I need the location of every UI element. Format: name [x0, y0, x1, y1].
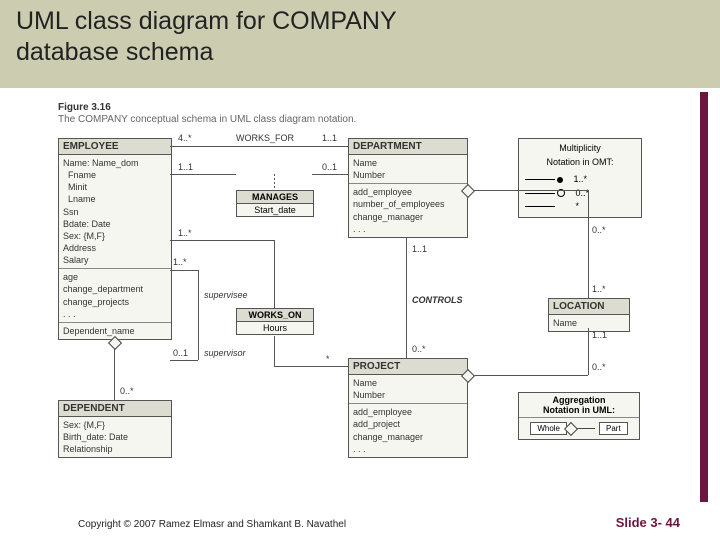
legend-mult-r3: *: [576, 201, 580, 211]
agg-part: Part: [599, 422, 628, 435]
figure-label: Figure 3.16: [58, 102, 111, 113]
lbl-worksfor: WORKS_FOR: [236, 133, 294, 143]
mult-0star-b: 0..*: [412, 344, 426, 354]
mult-1-1b: 1..1: [178, 162, 193, 172]
line-emp-manages: [170, 174, 236, 175]
line-emp-wo-h: [170, 240, 274, 241]
lbl-supervisor: supervisor: [204, 348, 246, 358]
project-ops: add_employee add_project change_manager …: [349, 404, 467, 457]
line-manages-dash: [274, 174, 275, 190]
line-controls-v: [406, 238, 407, 358]
legend-mult-r1: 1..*: [574, 174, 588, 184]
line-supv-h1: [170, 270, 198, 271]
title-line2: database schema: [16, 38, 213, 66]
agg-whole: Whole: [530, 422, 567, 435]
line-proj-loc-v: [588, 328, 589, 375]
mult-0-1a: 0..1: [322, 162, 337, 172]
mult-1-1a: 1..1: [322, 133, 337, 143]
legend-mult-title: Multiplicity Notation in OMT:: [525, 142, 635, 169]
mult-1star-a: 1..*: [173, 257, 187, 267]
figure-caption: The COMPANY conceptual schema in UML cla…: [58, 114, 356, 125]
project-header: PROJECT: [349, 359, 467, 375]
legend-mult-r2: 0..*: [576, 188, 590, 198]
mult-4star: 4..*: [178, 133, 192, 143]
department-ops: add_employee number_of_employees change_…: [349, 184, 467, 237]
right-stripe: [700, 92, 708, 502]
slide-title: UML class diagram for COMPANY database s…: [16, 6, 397, 69]
line-emp-dep: [114, 342, 115, 400]
line-proj-loc-h: [466, 375, 588, 376]
workson-header: WORKS_ON: [237, 309, 313, 322]
employee-attrs: Name: Name_dom Fname Minit Lname Ssn Bda…: [59, 155, 171, 269]
lbl-controls: CONTROLS: [412, 295, 463, 305]
line-supv-h2: [170, 360, 198, 361]
class-location: LOCATION Name: [548, 298, 630, 332]
line-dep-loc-v: [588, 190, 589, 298]
mult-1star-b: 1..*: [178, 228, 192, 238]
employee-ops: age change_department change_projects . …: [59, 269, 171, 323]
mult-1-1d: 1..1: [592, 330, 607, 340]
location-header: LOCATION: [549, 299, 629, 315]
workson-row: Hours: [237, 322, 313, 334]
legend-multiplicity: Multiplicity Notation in OMT: 1..* 0..* …: [518, 138, 642, 218]
legend-agg-title: Aggregation Notation in UML:: [519, 393, 639, 418]
lbl-supervisee: supervisee: [204, 290, 248, 300]
line-supv-v: [198, 270, 199, 360]
line-dep-manages: [312, 174, 348, 175]
class-project: PROJECT Name Number add_employee add_pro…: [348, 358, 468, 458]
legend-aggregation: Aggregation Notation in UML: Whole Part: [518, 392, 640, 440]
title-line1: UML class diagram for COMPANY: [16, 7, 397, 35]
mult-0star-c: 0..*: [592, 225, 606, 235]
dependent-header: DEPENDENT: [59, 401, 171, 417]
employee-header: EMPLOYEE: [59, 139, 171, 155]
department-header: DEPARTMENT: [349, 139, 467, 155]
line-dep-loc-h: [466, 190, 588, 191]
mult-0star-a: 0..*: [120, 386, 134, 396]
line-wo-proj-v: [274, 336, 275, 366]
manages-row: Start_date: [237, 204, 313, 216]
assoc-workson: WORKS_ON Hours: [236, 308, 314, 335]
mult-0-1b: 0..1: [173, 348, 188, 358]
department-attrs: Name Number: [349, 155, 467, 184]
footer-copyright: Copyright © 2007 Ramez Elmasr and Shamka…: [78, 519, 346, 530]
line-emp-wo-v: [274, 240, 275, 308]
mult-1star-c: 1..*: [592, 284, 606, 294]
footer-slide-number: Slide 3- 44: [616, 515, 680, 530]
class-department: DEPARTMENT Name Number add_employee numb…: [348, 138, 468, 238]
mult-1-1c: 1..1: [412, 244, 427, 254]
assoc-manages: MANAGES Start_date: [236, 190, 314, 217]
location-attrs: Name: [549, 315, 629, 331]
mult-0star-d: 0..*: [592, 362, 606, 372]
class-dependent: DEPENDENT Sex: {M,F} Birth_date: Date Re…: [58, 400, 172, 458]
dependent-attrs: Sex: {M,F} Birth_date: Date Relationship: [59, 417, 171, 457]
diagram-stage: EMPLOYEE Name: Name_dom Fname Minit Lnam…: [58, 130, 688, 500]
project-attrs: Name Number: [349, 375, 467, 404]
manages-header: MANAGES: [237, 191, 313, 204]
class-employee: EMPLOYEE Name: Name_dom Fname Minit Lnam…: [58, 138, 172, 340]
mult-star-a: *: [326, 354, 330, 364]
line-worksfor: [170, 146, 348, 147]
line-wo-proj-h: [274, 366, 348, 367]
